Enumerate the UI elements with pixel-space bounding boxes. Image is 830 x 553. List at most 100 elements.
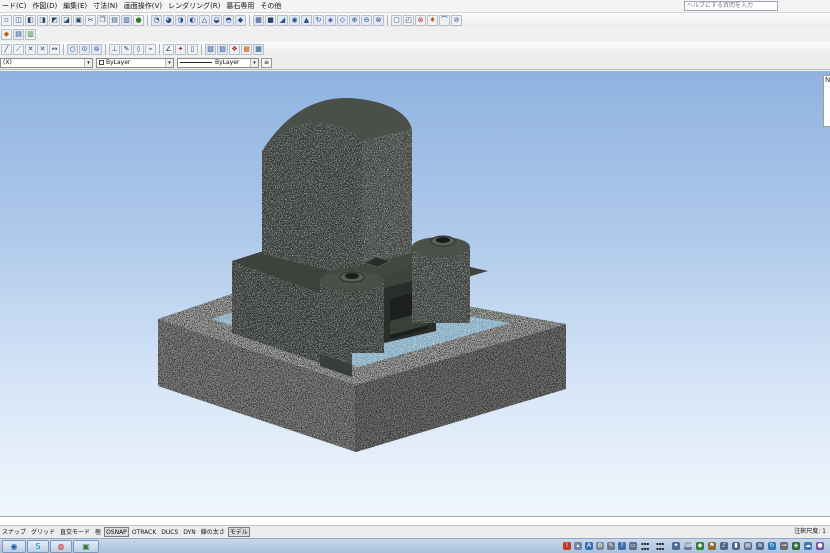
- osnap-toggle[interactable]: OSNAP: [104, 526, 129, 537]
- tray-printer-icon[interactable]: ▤: [744, 542, 752, 550]
- sphere-icon[interactable]: ◓: [223, 14, 234, 26]
- tray-sync-icon[interactable]: ↻: [768, 542, 776, 550]
- union-icon[interactable]: ⊕: [349, 14, 360, 26]
- menu-item-other[interactable]: その他: [258, 0, 285, 12]
- window-icon[interactable]: ▢: [391, 14, 402, 26]
- dyn-toggle[interactable]: DYN: [181, 527, 197, 537]
- osnap-settings-icon[interactable]: ✦: [175, 43, 186, 55]
- polar-toggle[interactable]: 極: [93, 527, 103, 537]
- paint-icon[interactable]: ♦: [427, 14, 438, 26]
- multiline-icon[interactable]: ✕: [25, 43, 36, 55]
- color-dropdown[interactable]: ByLayer ▾: [96, 58, 174, 68]
- grid-toggle[interactable]: グリッド: [29, 527, 57, 537]
- layer-dropdown[interactable]: (X) ▾: [0, 58, 93, 68]
- globe-icon[interactable]: ●: [133, 14, 144, 26]
- top-view-icon[interactable]: ◕: [163, 14, 174, 26]
- erase-icon[interactable]: ✕: [37, 43, 48, 55]
- menu-item-edit[interactable]: 編集(E): [61, 0, 91, 12]
- cut-icon[interactable]: ✂: [85, 14, 96, 26]
- chrome-icon[interactable]: ◍: [50, 540, 72, 553]
- tray-tools-icon[interactable]: ✎: [607, 542, 615, 550]
- revolve-icon[interactable]: ↻: [313, 14, 324, 26]
- torus-icon[interactable]: ◉: [289, 14, 300, 26]
- cad-app-icon[interactable]: ▣: [73, 540, 99, 553]
- tray-cloud-icon[interactable]: ☁: [804, 542, 812, 550]
- help-search-input[interactable]: ヘルプにする質問を入力: [684, 1, 778, 11]
- paste-icon[interactable]: ▤: [109, 14, 120, 26]
- markup-icon[interactable]: ▩: [241, 43, 252, 55]
- tray-settings-icon[interactable]: ⚙: [596, 542, 604, 550]
- 3d-box-icon[interactable]: ◰: [403, 14, 414, 26]
- tray-battery-icon[interactable]: ▮: [732, 542, 740, 550]
- tray-flag-icon[interactable]: ⚑: [708, 542, 716, 550]
- tray-security-icon[interactable]: ◆: [696, 542, 704, 550]
- otrack-toggle[interactable]: OTRACK: [130, 527, 158, 537]
- dimension-icon[interactable]: ↔: [49, 43, 60, 55]
- tray-wifi-icon[interactable]: ≋: [756, 542, 764, 550]
- layer-walk-icon[interactable]: ▥: [25, 28, 36, 40]
- tray-volume-icon[interactable]: ♪: [720, 542, 728, 550]
- plot-icon[interactable]: ◪: [61, 14, 72, 26]
- tray-help-icon[interactable]: ?: [618, 542, 626, 550]
- ducs-toggle[interactable]: DUCS: [159, 527, 180, 537]
- circle-icon[interactable]: ○: [67, 43, 78, 55]
- tray-network-icon[interactable]: ▴: [574, 542, 582, 550]
- open-icon[interactable]: ◫: [13, 14, 24, 26]
- properties-icon[interactable]: ▧: [205, 43, 216, 55]
- target-icon[interactable]: ⊛: [415, 14, 426, 26]
- extrude-icon[interactable]: ▲: [301, 14, 312, 26]
- pen-icon[interactable]: ✎: [121, 43, 132, 55]
- tangent-icon[interactable]: ◊: [133, 43, 144, 55]
- tray-shield-icon[interactable]: ◈: [792, 542, 800, 550]
- center-snap-icon[interactable]: ⊙: [79, 43, 90, 55]
- side-tool-palette[interactable]: N: [823, 75, 830, 127]
- preview-icon[interactable]: ◩: [49, 14, 60, 26]
- menu-item-draw[interactable]: 作図(D): [30, 0, 61, 12]
- ortho-toggle[interactable]: 直交モード: [58, 527, 92, 537]
- menu-item-dimension[interactable]: 寸法(N): [91, 0, 122, 12]
- left-view-icon[interactable]: ◐: [187, 14, 198, 26]
- hatch-icon[interactable]: ⊘: [451, 14, 462, 26]
- publish-icon[interactable]: ▣: [73, 14, 84, 26]
- construction-line-icon[interactable]: ⟋: [13, 43, 24, 55]
- tool-palette-icon[interactable]: ❖: [229, 43, 240, 55]
- sweep-icon[interactable]: ◈: [325, 14, 336, 26]
- lineweight-toggle[interactable]: 線の太さ: [199, 527, 227, 537]
- cone-icon[interactable]: △: [199, 14, 210, 26]
- start-icon[interactable]: ◉: [2, 540, 26, 553]
- tray-keyboard-icon[interactable]: ⌨: [684, 542, 693, 550]
- loft-icon[interactable]: ◇: [337, 14, 348, 26]
- orbit-icon[interactable]: ◔: [151, 14, 162, 26]
- plot-style-icon[interactable]: ≡: [261, 58, 272, 68]
- perpendicular-icon[interactable]: ⊥: [109, 43, 120, 55]
- copy-icon[interactable]: ❐: [97, 14, 108, 26]
- tray-input-icon[interactable]: ✦: [672, 542, 680, 550]
- new-icon[interactable]: ▫: [1, 14, 12, 26]
- menu-item-board[interactable]: ード(C): [0, 0, 30, 12]
- palette-icon[interactable]: N: [824, 76, 830, 85]
- intersect-icon[interactable]: ⊗: [373, 14, 384, 26]
- subtract-icon[interactable]: ⊖: [361, 14, 372, 26]
- angle-icon[interactable]: ∠: [163, 43, 174, 55]
- print-icon[interactable]: ◨: [37, 14, 48, 26]
- front-view-icon[interactable]: ◑: [175, 14, 186, 26]
- menu-item-view[interactable]: 画面操作(V): [122, 0, 166, 12]
- match-icon[interactable]: ▥: [121, 14, 132, 26]
- nearest-icon[interactable]: ⌁: [145, 43, 156, 55]
- document-icon[interactable]: ▯: [187, 43, 198, 55]
- model-toggle[interactable]: モデル: [227, 526, 250, 537]
- arc-curve-icon[interactable]: ⌒: [439, 14, 450, 26]
- calculator-icon[interactable]: ▦: [253, 43, 264, 55]
- drawing-viewport[interactable]: N: [0, 71, 830, 516]
- menu-item-gravestone[interactable]: 墓石専用: [224, 0, 258, 12]
- node-snap-icon[interactable]: ⊚: [91, 43, 102, 55]
- layer-manager-icon[interactable]: ▦: [253, 14, 264, 26]
- layer-previous-icon[interactable]: ▤: [13, 28, 24, 40]
- tray-display-icon[interactable]: ▭: [629, 542, 637, 550]
- cylinder-icon[interactable]: ◒: [211, 14, 222, 26]
- snap-toggle[interactable]: スナップ: [0, 527, 28, 537]
- layer-state-icon[interactable]: ◆: [1, 28, 12, 40]
- box-icon[interactable]: ■: [265, 14, 276, 26]
- tray-ime-icon[interactable]: A: [585, 542, 593, 550]
- annotation-scale[interactable]: 注釈尺度: 1: [794, 527, 826, 536]
